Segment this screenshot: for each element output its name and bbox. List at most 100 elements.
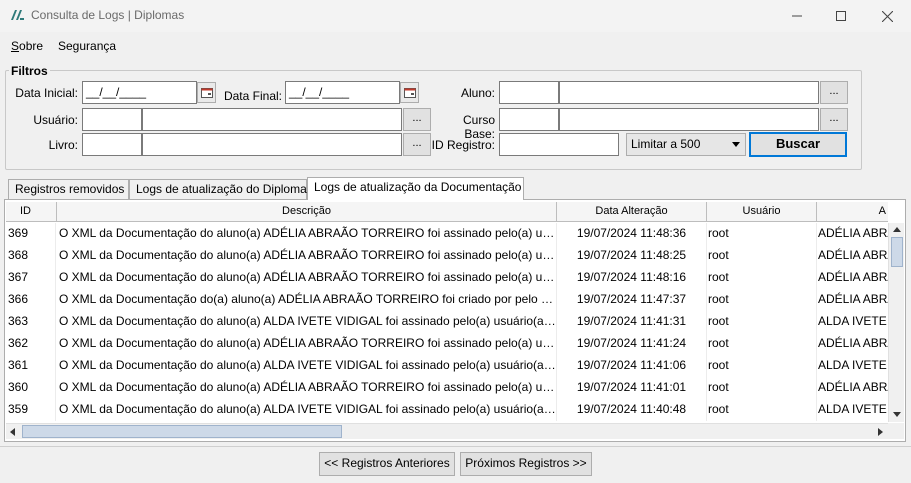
livro-name-input[interactable] [142, 133, 402, 156]
cell-id: 366 [6, 289, 56, 311]
next-records-button[interactable]: Próximos Registros >> [460, 452, 592, 476]
cell-aluno: ADÉLIA ABRA [817, 377, 888, 399]
tab-logs-documentacao[interactable]: Logs de atualização da Documentação [307, 177, 524, 200]
cell-id: 369 [6, 223, 56, 245]
app-logo-icon [11, 10, 24, 20]
data-inicial-label: Data Inicial: [15, 86, 78, 100]
cell-data-alteracao: 19/07/2024 11:48:25 [557, 245, 707, 267]
curso-base-lookup-button[interactable]: ... [820, 108, 848, 131]
maximize-button[interactable] [818, 0, 864, 32]
curso-base-name-input[interactable] [559, 108, 819, 131]
buscar-button[interactable]: Buscar [749, 132, 847, 157]
cell-id: 359 [6, 399, 56, 421]
minimize-button[interactable] [774, 0, 820, 32]
cell-data-alteracao: 19/07/2024 11:41:31 [557, 311, 707, 333]
vertical-scroll-thumb[interactable] [891, 237, 903, 267]
limit-select[interactable]: Limitar a 500 [626, 133, 746, 156]
cell-data-alteracao: 19/07/2024 11:41:24 [557, 333, 707, 355]
table-row[interactable]: 362 O XML da Documentação do aluno(a) ADÉ… [6, 333, 888, 355]
data-inicial-input[interactable]: __/__/____ [82, 81, 197, 104]
cell-usuario: root [707, 267, 817, 289]
table-row[interactable]: 366 O XML da Documentação do(a) aluno(a) … [6, 289, 888, 311]
cell-descricao: O XML da Documentação do aluno(a) ADÉLIA… [57, 333, 557, 355]
cell-data-alteracao: 19/07/2024 11:47:37 [557, 289, 707, 311]
cell-usuario: root [707, 223, 817, 245]
id-registro-label: ID Registro: [431, 138, 495, 152]
cell-descricao: O XML da Documentação do aluno(a) ADÉLIA… [57, 377, 557, 399]
livro-lookup-button[interactable]: ... [403, 133, 431, 156]
aluno-id-input[interactable] [499, 81, 559, 104]
minimize-icon [792, 15, 802, 17]
livro-label: Livro: [48, 138, 78, 152]
menu-sobre[interactable]: Sobre [11, 39, 43, 53]
usuario-name-input[interactable] [142, 108, 402, 131]
curso-base-id-input[interactable] [499, 108, 559, 131]
col-header-descricao[interactable]: Descrição [57, 202, 557, 222]
table-row[interactable]: 359 O XML da Documentação do aluno(a) ALD… [6, 399, 888, 421]
cell-aluno: ADÉLIA ABRA [817, 245, 888, 267]
cell-usuario: root [707, 399, 817, 421]
cell-data-alteracao: 19/07/2024 11:48:16 [557, 267, 707, 289]
data-final-input[interactable]: __/__/____ [285, 81, 400, 104]
window-title: Consulta de Logs | Diplomas [31, 8, 185, 22]
tab-registros-removidos[interactable]: Registros removidos [8, 179, 129, 199]
scroll-down-icon[interactable] [893, 412, 901, 417]
usuario-id-input[interactable] [82, 108, 142, 131]
chevron-down-icon [732, 142, 740, 147]
col-header-aluno[interactable]: A [817, 202, 888, 222]
data-inicial-calendar-button[interactable] [197, 82, 216, 103]
tab-logs-diploma[interactable]: Logs de atualização do Diploma [129, 179, 307, 199]
table-row[interactable]: 361 O XML da Documentação do aluno(a) ALD… [6, 355, 888, 377]
usuario-label: Usuário: [33, 113, 78, 127]
data-final-calendar-button[interactable] [400, 82, 419, 103]
table-row[interactable]: 360 O XML da Documentação do aluno(a) ADÉ… [6, 377, 888, 399]
aluno-label: Aluno: [460, 86, 495, 100]
cell-usuario: root [707, 311, 817, 333]
scroll-left-icon[interactable] [10, 428, 15, 436]
col-header-data-alteracao[interactable]: Data Alteração [557, 202, 707, 222]
maximize-icon [836, 11, 846, 21]
col-header-usuario[interactable]: Usuário [707, 202, 817, 222]
vertical-scrollbar[interactable] [888, 223, 904, 422]
cell-descricao: O XML da Documentação do aluno(a) ADÉLIA… [57, 245, 557, 267]
close-button[interactable] [864, 0, 910, 32]
menu-seguranca[interactable]: Segurança [58, 39, 116, 53]
horizontal-scrollbar[interactable] [6, 423, 888, 439]
table-row[interactable]: 363 O XML da Documentação do aluno(a) ALD… [6, 311, 888, 333]
scroll-up-icon[interactable] [893, 227, 901, 232]
cell-descricao: O XML da Documentação do(a) aluno(a) ADÉ… [57, 289, 557, 311]
cell-aluno: ALDA IVETE V [817, 355, 888, 377]
data-final-label: Data Final: [223, 89, 282, 103]
col-header-id[interactable]: ID [6, 202, 57, 222]
cell-aluno: ADÉLIA ABRA [817, 333, 888, 355]
limit-select-value: Limitar a 500 [631, 137, 701, 151]
close-icon [881, 10, 893, 22]
cell-usuario: root [707, 377, 817, 399]
table-row[interactable]: 369 O XML da Documentação do aluno(a) ADÉ… [6, 223, 888, 245]
cell-id: 363 [6, 311, 56, 333]
cell-aluno: ADÉLIA ABRA [817, 267, 888, 289]
cell-usuario: root [707, 333, 817, 355]
cell-id: 362 [6, 333, 56, 355]
cell-id: 367 [6, 267, 56, 289]
table-row[interactable]: 368 O XML da Documentação do aluno(a) ADÉ… [6, 245, 888, 267]
prev-records-button[interactable]: << Registros Anteriores [319, 452, 455, 476]
footer [0, 446, 911, 483]
table-header: ID Descrição Data Alteração Usuário A [6, 202, 888, 222]
horizontal-scroll-thumb[interactable] [22, 425, 342, 438]
id-registro-input[interactable] [499, 133, 619, 156]
scroll-right-icon[interactable] [878, 428, 883, 436]
cell-data-alteracao: 19/07/2024 11:41:01 [557, 377, 707, 399]
aluno-lookup-button[interactable]: ... [820, 81, 848, 104]
livro-id-input[interactable] [82, 133, 142, 156]
cell-id: 360 [6, 377, 56, 399]
table-row[interactable]: 367 O XML da Documentação do aluno(a) ADÉ… [6, 267, 888, 289]
filters-legend: Filtros [9, 64, 50, 78]
cell-descricao: O XML da Documentação do aluno(a) ADÉLIA… [57, 223, 557, 245]
cell-aluno: ADÉLIA ABRA [817, 289, 888, 311]
cell-data-alteracao: 19/07/2024 11:41:06 [557, 355, 707, 377]
usuario-lookup-button[interactable]: ... [403, 108, 431, 131]
curso-base-label: Curso Base: [462, 113, 495, 141]
aluno-name-input[interactable] [559, 81, 819, 104]
title-bar: Consulta de Logs | Diplomas [0, 0, 911, 32]
